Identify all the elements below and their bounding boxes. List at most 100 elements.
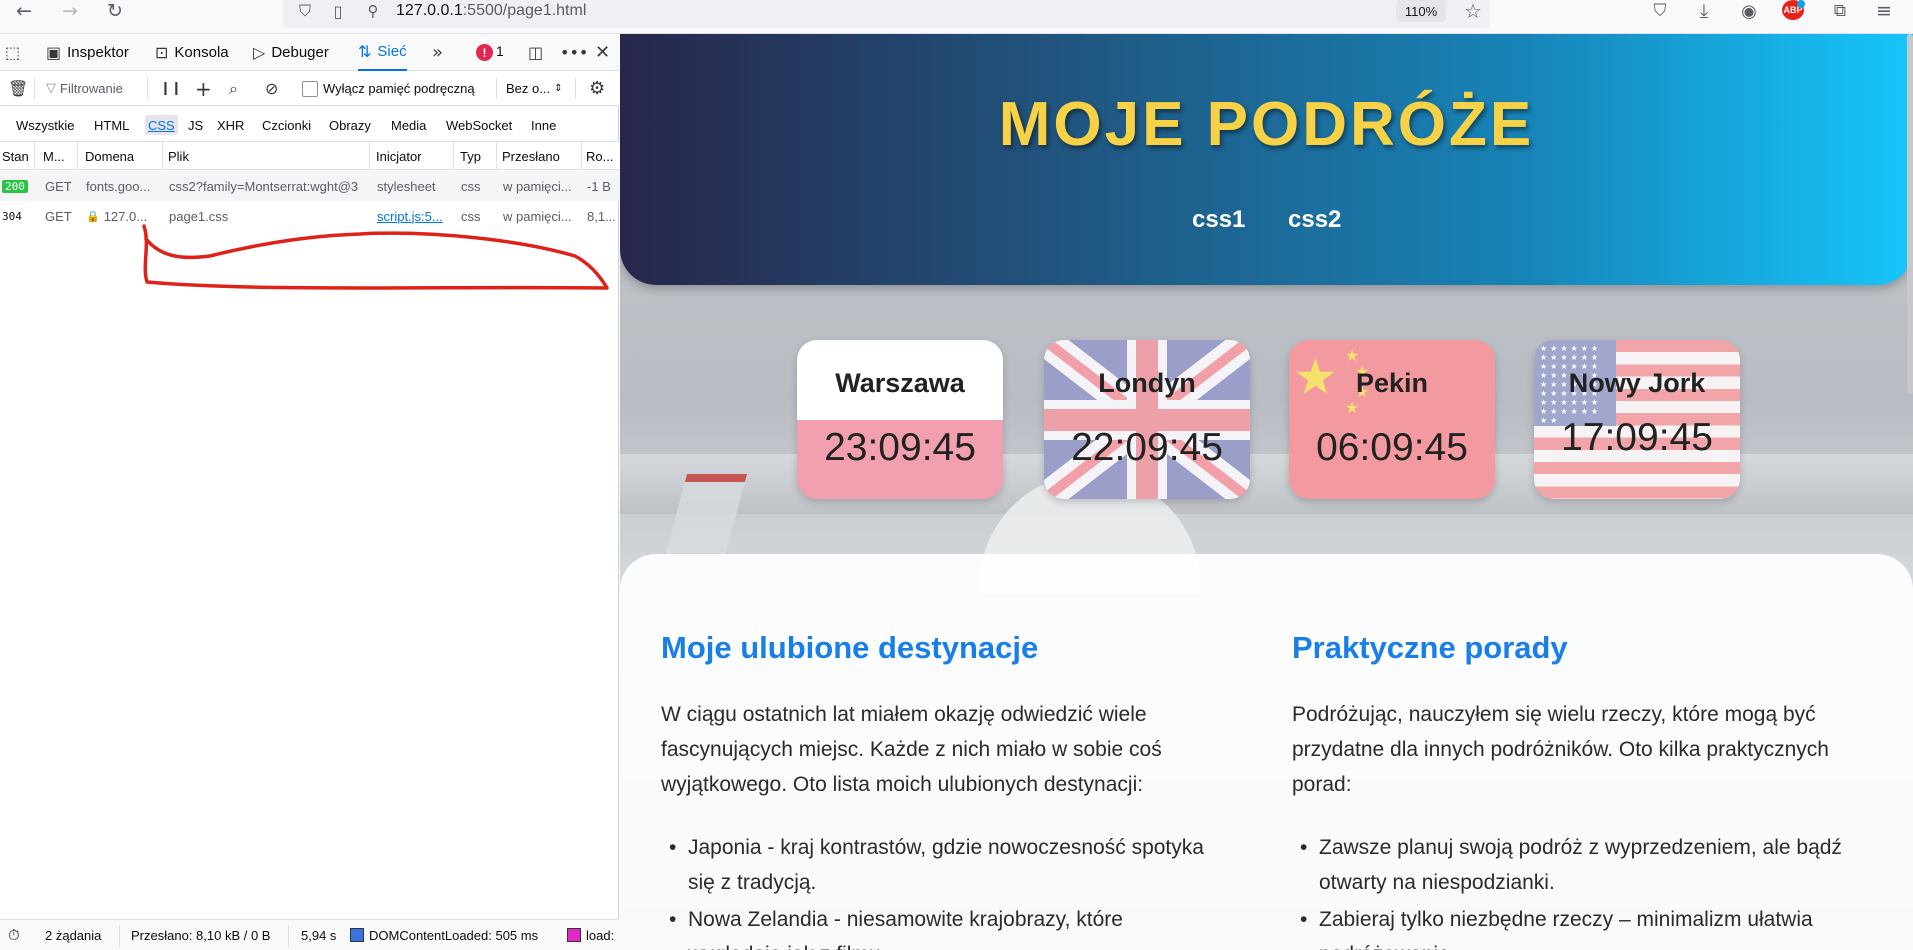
filter-other[interactable]: Inne — [528, 115, 559, 135]
element-picker-button[interactable]: ⬚ — [5, 34, 20, 71]
timer-icon: ⏱ — [8, 926, 20, 944]
load-time: load: — [567, 920, 614, 950]
col-size[interactable]: Ro... — [584, 142, 619, 170]
network-settings-button[interactable]: ⚙ — [589, 71, 605, 106]
page-title: MOJE PODRÓŻE — [998, 90, 1535, 159]
tips-list: Zawsze planuj swoją podróż z wyprzedzeni… — [1292, 830, 1852, 950]
forward-arrow-icon[interactable]: → — [58, 0, 82, 22]
clock-city: Pekin — [1355, 368, 1429, 398]
throttle-select[interactable]: Bez o... ⇕ — [506, 71, 562, 106]
col-initiator[interactable]: Inicjator — [374, 142, 454, 170]
filter-fonts[interactable]: Czcionki — [259, 115, 314, 135]
divider — [288, 925, 289, 946]
col-transferred[interactable]: Przesłano — [500, 142, 582, 170]
dock-button[interactable]: ◫ — [528, 34, 543, 71]
divider — [119, 925, 120, 946]
tips-text: Podróżując, nauczyłem się wielu rzeczy, … — [1292, 703, 1829, 796]
trash-icon: 🗑 — [8, 79, 29, 98]
col-status[interactable]: Stan — [0, 142, 35, 170]
error-count[interactable]: 1 — [496, 43, 504, 59]
url-path: :5500/page1.html — [462, 2, 587, 19]
list-item: Nowa Zelandia - niesamowite krajobrazy, … — [661, 902, 1221, 950]
plus-icon: + — [195, 76, 212, 101]
pause-icon: ❙❙ — [160, 81, 182, 96]
table-row[interactable]: 304 GET 🔒 127.0... page1.css script.js:5.… — [0, 201, 619, 231]
search-button[interactable]: ⌕ — [229, 71, 238, 106]
account-icon[interactable]: ◉ — [1737, 0, 1761, 22]
site-permissions-icon[interactable]: ⚲ — [361, 0, 385, 22]
close-icon: ✕ — [595, 42, 611, 63]
dock-icon: ◫ — [528, 43, 544, 62]
downloads-icon[interactable]: ⤓ — [1692, 0, 1716, 22]
block-requests-button[interactable]: ⊘ — [265, 71, 278, 106]
size-cell: -1 B — [587, 178, 611, 194]
finish-time: 5,94 s — [301, 927, 337, 943]
tab-network[interactable]: ⇅ Sieć — [358, 34, 407, 71]
disable-cache-checkbox[interactable]: Wyłącz pamięć podręczną — [302, 71, 475, 106]
destinations-list: Japonia - kraj kontrastów, gdzie nowocze… — [661, 830, 1221, 950]
filter-input[interactable]: ▽ Filtrowanie — [46, 71, 123, 106]
pocket-icon[interactable]: ⛉ — [1648, 0, 1672, 22]
more-tabs-button[interactable]: » — [432, 34, 443, 71]
filter-images[interactable]: Obrazy — [326, 115, 374, 135]
clock-card-nowy-jork: ★★★★★★★★★★★★★★★★★★★★★★★★★★★★★★★★★★★★★★★★… — [1534, 340, 1740, 499]
clock-city: Warszawa — [835, 368, 965, 398]
tab-debugger[interactable]: ▷ Debuger — [253, 34, 329, 71]
status-cell: 200 — [0, 171, 38, 201]
flag-china-star: ★ — [1345, 398, 1360, 417]
element-picker-icon: ⬚ — [5, 43, 21, 62]
filter-all[interactable]: Wszystkie — [13, 115, 78, 135]
web-page: MOJE PODRÓŻE css1 css2 Warszawa 23:09:45… — [620, 34, 1913, 950]
request-count: 2 żądania — [45, 927, 102, 943]
checkbox[interactable] — [302, 80, 318, 97]
filter-css[interactable]: CSS — [145, 115, 178, 135]
filter-html[interactable]: HTML — [91, 115, 132, 135]
nav-link-css1[interactable]: css1 — [1192, 206, 1245, 234]
pause-button[interactable]: ❙❙ — [160, 71, 182, 106]
lock-icon: 🔒 — [86, 209, 100, 223]
error-icon[interactable]: ! — [476, 44, 493, 61]
flag-uk — [1044, 340, 1250, 499]
domain-text: 127.0... — [103, 208, 148, 224]
clock-time: 06:09:45 — [1316, 426, 1468, 469]
tab-console[interactable]: ⊡ Konsola — [155, 34, 229, 71]
page-scrollbar[interactable] — [1907, 34, 1913, 394]
list-item: Zawsze planuj swoją podróż z wyprzedzeni… — [1292, 830, 1852, 900]
network-statusbar: ⏱ 2 żądania Przesłano: 8,10 kB / 0 B 5,9… — [0, 919, 619, 950]
url-bar[interactable]: ⛉ ▯ ⚲ 127.0.0.1:5500/page1.html 110% ☆ — [283, 0, 1490, 28]
disable-cache-label: Wyłącz pamięć podręczną — [323, 81, 475, 96]
more-options-button[interactable]: ••• — [560, 34, 588, 71]
filter-websocket[interactable]: WebSocket — [443, 115, 515, 135]
menu-icon[interactable]: ≡ — [1872, 0, 1896, 22]
filter-js[interactable]: JS — [185, 115, 206, 135]
tab-network-label: Sieć — [377, 43, 407, 60]
transferred-total: Przesłano: 8,10 kB / 0 B — [131, 927, 271, 943]
filter-icon: ▽ — [46, 81, 56, 96]
col-method[interactable]: M... — [41, 142, 78, 170]
col-file[interactable]: Plik — [166, 142, 370, 170]
clear-requests-button[interactable]: 🗑 — [8, 71, 28, 106]
console-icon: ⊡ — [155, 43, 169, 62]
tab-inspector[interactable]: ▣ Inspektor — [46, 34, 129, 71]
search-icon: ⌕ — [229, 78, 238, 98]
type-cell: css — [461, 208, 481, 224]
transferred-cell: w pamięci... — [503, 208, 572, 224]
extensions-icon[interactable]: ⧉ — [1828, 0, 1852, 22]
table-row[interactable]: 200 GET fonts.goo... css2?family=Montser… — [0, 171, 619, 201]
filter-xhr[interactable]: XHR — [214, 115, 247, 135]
url-text[interactable]: 127.0.0.1:5500/page1.html — [396, 2, 586, 20]
col-type[interactable]: Typ — [458, 142, 497, 170]
zoom-level[interactable]: 110% — [1396, 0, 1446, 22]
back-arrow-icon[interactable]: ← — [12, 0, 36, 22]
col-domain[interactable]: Domena — [83, 142, 163, 170]
shield-icon[interactable]: ⛉ — [293, 0, 317, 22]
nav-link-css2[interactable]: css2 — [1288, 206, 1341, 234]
filter-media[interactable]: Media — [388, 115, 429, 135]
initiator-link[interactable]: script.js:5... — [375, 201, 457, 231]
reload-icon[interactable]: ↻ — [103, 0, 127, 22]
close-devtools-button[interactable]: ✕ — [595, 34, 610, 71]
add-filter-button[interactable]: + — [195, 71, 212, 106]
divider — [34, 78, 35, 99]
bookmark-star-icon[interactable]: ☆ — [1461, 0, 1485, 23]
filter-placeholder: Filtrowanie — [60, 81, 123, 96]
